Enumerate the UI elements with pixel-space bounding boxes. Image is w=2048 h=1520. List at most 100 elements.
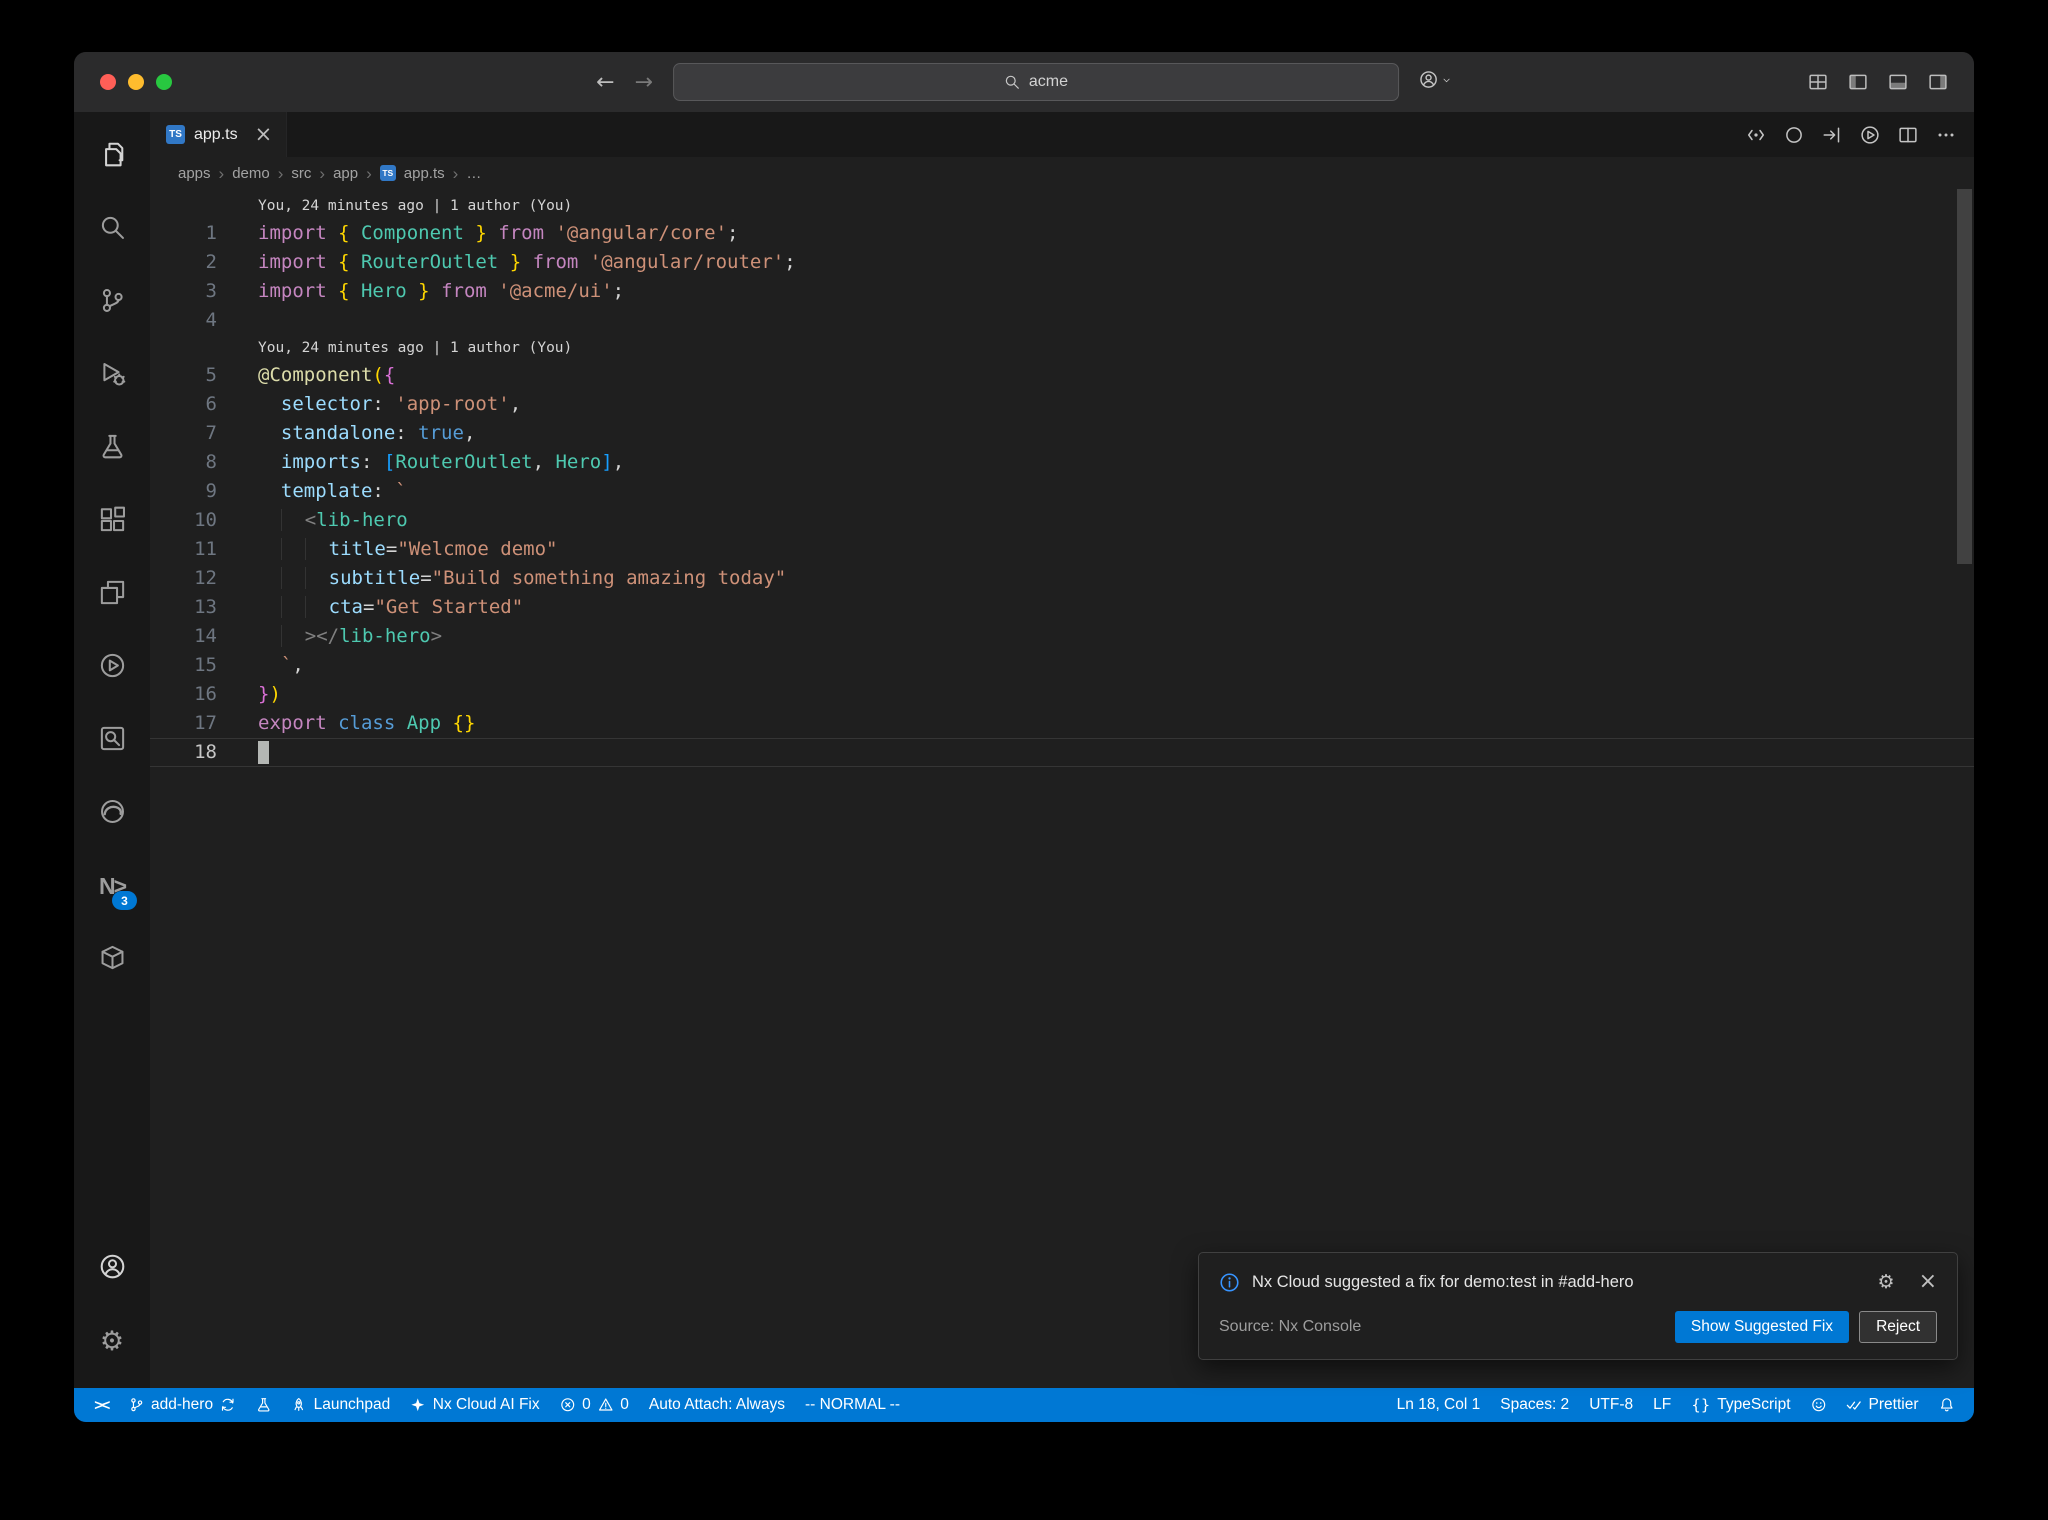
run-file-icon[interactable] xyxy=(1860,125,1880,145)
statusbar-notifications-bell[interactable] xyxy=(1929,1388,1965,1422)
line-number[interactable]: 11 xyxy=(150,535,217,564)
command-center-search[interactable]: acme xyxy=(672,63,1399,101)
scrollbar-thumb[interactable] xyxy=(1957,189,1972,564)
breadcrumb-item[interactable]: src xyxy=(291,165,311,182)
line-number[interactable]: 18 xyxy=(150,738,217,767)
code-line[interactable]: 13 cta="Get Started" xyxy=(150,593,1974,622)
code-line[interactable]: 10 <lib-hero xyxy=(150,506,1974,535)
line-number[interactable]: 13 xyxy=(150,593,217,622)
statusbar-nx-cloud-ai-fix[interactable]: Nx Cloud AI Fix xyxy=(400,1388,549,1422)
statusbar-indentation[interactable]: Spaces: 2 xyxy=(1490,1388,1579,1422)
statusbar-git-branch[interactable]: add-hero xyxy=(119,1388,246,1422)
activity-source-control[interactable] xyxy=(74,266,150,339)
line-number[interactable]: 3 xyxy=(150,277,217,306)
statusbar-nx-status[interactable] xyxy=(246,1388,282,1422)
line-number[interactable]: 10 xyxy=(150,506,217,535)
code-line[interactable]: 6 selector: 'app-root', xyxy=(150,390,1974,419)
statusbar-end-of-line[interactable]: LF xyxy=(1643,1388,1681,1422)
toggle-primary-sidebar-icon[interactable] xyxy=(1848,72,1868,92)
maximize-window-button[interactable] xyxy=(156,74,172,90)
statusbar-vim-mode[interactable]: -- NORMAL -- xyxy=(795,1388,910,1422)
statusbar-auto-attach[interactable]: Auto Attach: Always xyxy=(639,1388,795,1422)
line-number[interactable]: 6 xyxy=(150,390,217,419)
code-line[interactable]: 11 title="Welcmoe demo" xyxy=(150,535,1974,564)
accounts-menu[interactable] xyxy=(1419,70,1452,94)
activity-explorer[interactable] xyxy=(74,120,150,193)
breadcrumb-item[interactable]: apps xyxy=(178,165,211,182)
code-line[interactable]: 7 standalone: true, xyxy=(150,419,1974,448)
activity-testing[interactable] xyxy=(74,412,150,485)
reject-button[interactable]: Reject xyxy=(1859,1311,1937,1343)
statusbar-language-mode[interactable]: {} TypeScript xyxy=(1681,1388,1800,1422)
line-number[interactable]: 2 xyxy=(150,248,217,277)
statusbar-problems[interactable]: 00 xyxy=(550,1388,639,1422)
code-line[interactable]: 16}) xyxy=(150,680,1974,709)
toggle-panel-icon[interactable] xyxy=(1888,72,1908,92)
split-editor-icon[interactable] xyxy=(1898,125,1918,145)
statusbar-feedback[interactable] xyxy=(1801,1388,1837,1422)
code-line[interactable]: 1 import { Component } from '@angular/cor… xyxy=(150,219,1974,248)
breadcrumb-symbol-ellipsis[interactable]: … xyxy=(466,165,481,182)
activity-edge-devtools[interactable] xyxy=(74,777,150,850)
line-number[interactable] xyxy=(150,193,217,219)
activity-code-runner[interactable] xyxy=(74,631,150,704)
code-line[interactable]: 9 template: ` xyxy=(150,477,1974,506)
activity-search[interactable] xyxy=(74,193,150,266)
line-number[interactable]: 17 xyxy=(150,709,217,738)
code-line[interactable]: 15 `, xyxy=(150,651,1974,680)
line-number[interactable]: 16 xyxy=(150,680,217,709)
show-suggested-fix-button[interactable]: Show Suggested Fix xyxy=(1674,1311,1850,1343)
close-window-button[interactable] xyxy=(100,74,116,90)
more-actions-icon[interactable] xyxy=(1936,125,1956,145)
statusbar-launchpad[interactable]: Launchpad xyxy=(281,1388,400,1422)
activity-accounts[interactable] xyxy=(74,1232,150,1305)
line-number[interactable]: 1 xyxy=(150,219,217,248)
statusbar-remote-indicator[interactable]: >< xyxy=(84,1388,119,1422)
statusbar-prettier[interactable]: Prettier xyxy=(1836,1388,1928,1422)
line-number[interactable]: 5 xyxy=(150,361,217,390)
activity-nx-console[interactable]: N> 3 xyxy=(74,850,150,923)
code-line[interactable]: 12 subtitle="Build something amazing tod… xyxy=(150,564,1974,593)
code-line[interactable]: 14 ></lib-hero> xyxy=(150,622,1974,651)
line-number[interactable]: 12 xyxy=(150,564,217,593)
code-line[interactable]: 3 import { Hero } from '@acme/ui'; xyxy=(150,277,1974,306)
statusbar-cursor-position[interactable]: Ln 18, Col 1 xyxy=(1387,1388,1491,1422)
gitlens-compare-icon[interactable] xyxy=(1746,125,1766,145)
breadcrumb-item[interactable]: app xyxy=(333,165,358,182)
close-tab-icon[interactable]: × xyxy=(255,124,273,145)
minimize-window-button[interactable] xyxy=(128,74,144,90)
code-line[interactable]: 2 import { RouterOutlet } from '@angular/… xyxy=(150,248,1974,277)
code-line[interactable]: 4 xyxy=(150,306,1974,335)
editor[interactable]: You, 24 minutes ago | 1 author (You) 1 imp… xyxy=(150,189,1974,1388)
code-line[interactable]: 17 export class App {} xyxy=(150,709,1974,738)
statusbar-encoding[interactable]: UTF-8 xyxy=(1579,1388,1643,1422)
activity-run-and-debug[interactable] xyxy=(74,339,150,412)
code-line[interactable]: 8 imports: [RouterOutlet, Hero], xyxy=(150,448,1974,477)
gitlens-annotations-icon[interactable] xyxy=(1784,125,1804,145)
activity-search-editor[interactable] xyxy=(74,704,150,777)
activity-live-preview[interactable] xyxy=(74,558,150,631)
activity-settings[interactable]: ⚙ xyxy=(74,1305,150,1378)
code-line[interactable]: 18 xyxy=(150,738,1974,767)
codelens-annotation[interactable]: You, 24 minutes ago | 1 author (You) xyxy=(150,335,1974,361)
line-number[interactable]: 15 xyxy=(150,651,217,680)
notification-settings-icon[interactable]: ⚙ xyxy=(1878,1272,1895,1292)
tab-app-ts[interactable]: TS app.ts × xyxy=(150,112,288,157)
customize-layout-icon[interactable] xyxy=(1808,72,1828,92)
activity-package-explorer[interactable] xyxy=(74,923,150,996)
codelens-annotation[interactable]: You, 24 minutes ago | 1 author (You) xyxy=(150,193,1974,219)
breadcrumb-item[interactable]: demo xyxy=(232,165,270,182)
line-number[interactable]: 9 xyxy=(150,477,217,506)
line-number[interactable]: 4 xyxy=(150,306,217,335)
line-number[interactable] xyxy=(150,335,217,361)
navigate-forward-icon[interactable]: → xyxy=(635,70,653,95)
line-number[interactable]: 7 xyxy=(150,419,217,448)
open-changes-icon[interactable] xyxy=(1822,125,1842,145)
toggle-secondary-sidebar-icon[interactable] xyxy=(1928,72,1948,92)
activity-extensions[interactable] xyxy=(74,485,150,558)
line-number[interactable]: 8 xyxy=(150,448,217,477)
navigate-back-icon[interactable]: ← xyxy=(596,70,614,95)
breadcrumb-file[interactable]: app.ts xyxy=(404,165,445,182)
notification-close-icon[interactable]: × xyxy=(1919,1271,1937,1293)
line-number[interactable]: 14 xyxy=(150,622,217,651)
